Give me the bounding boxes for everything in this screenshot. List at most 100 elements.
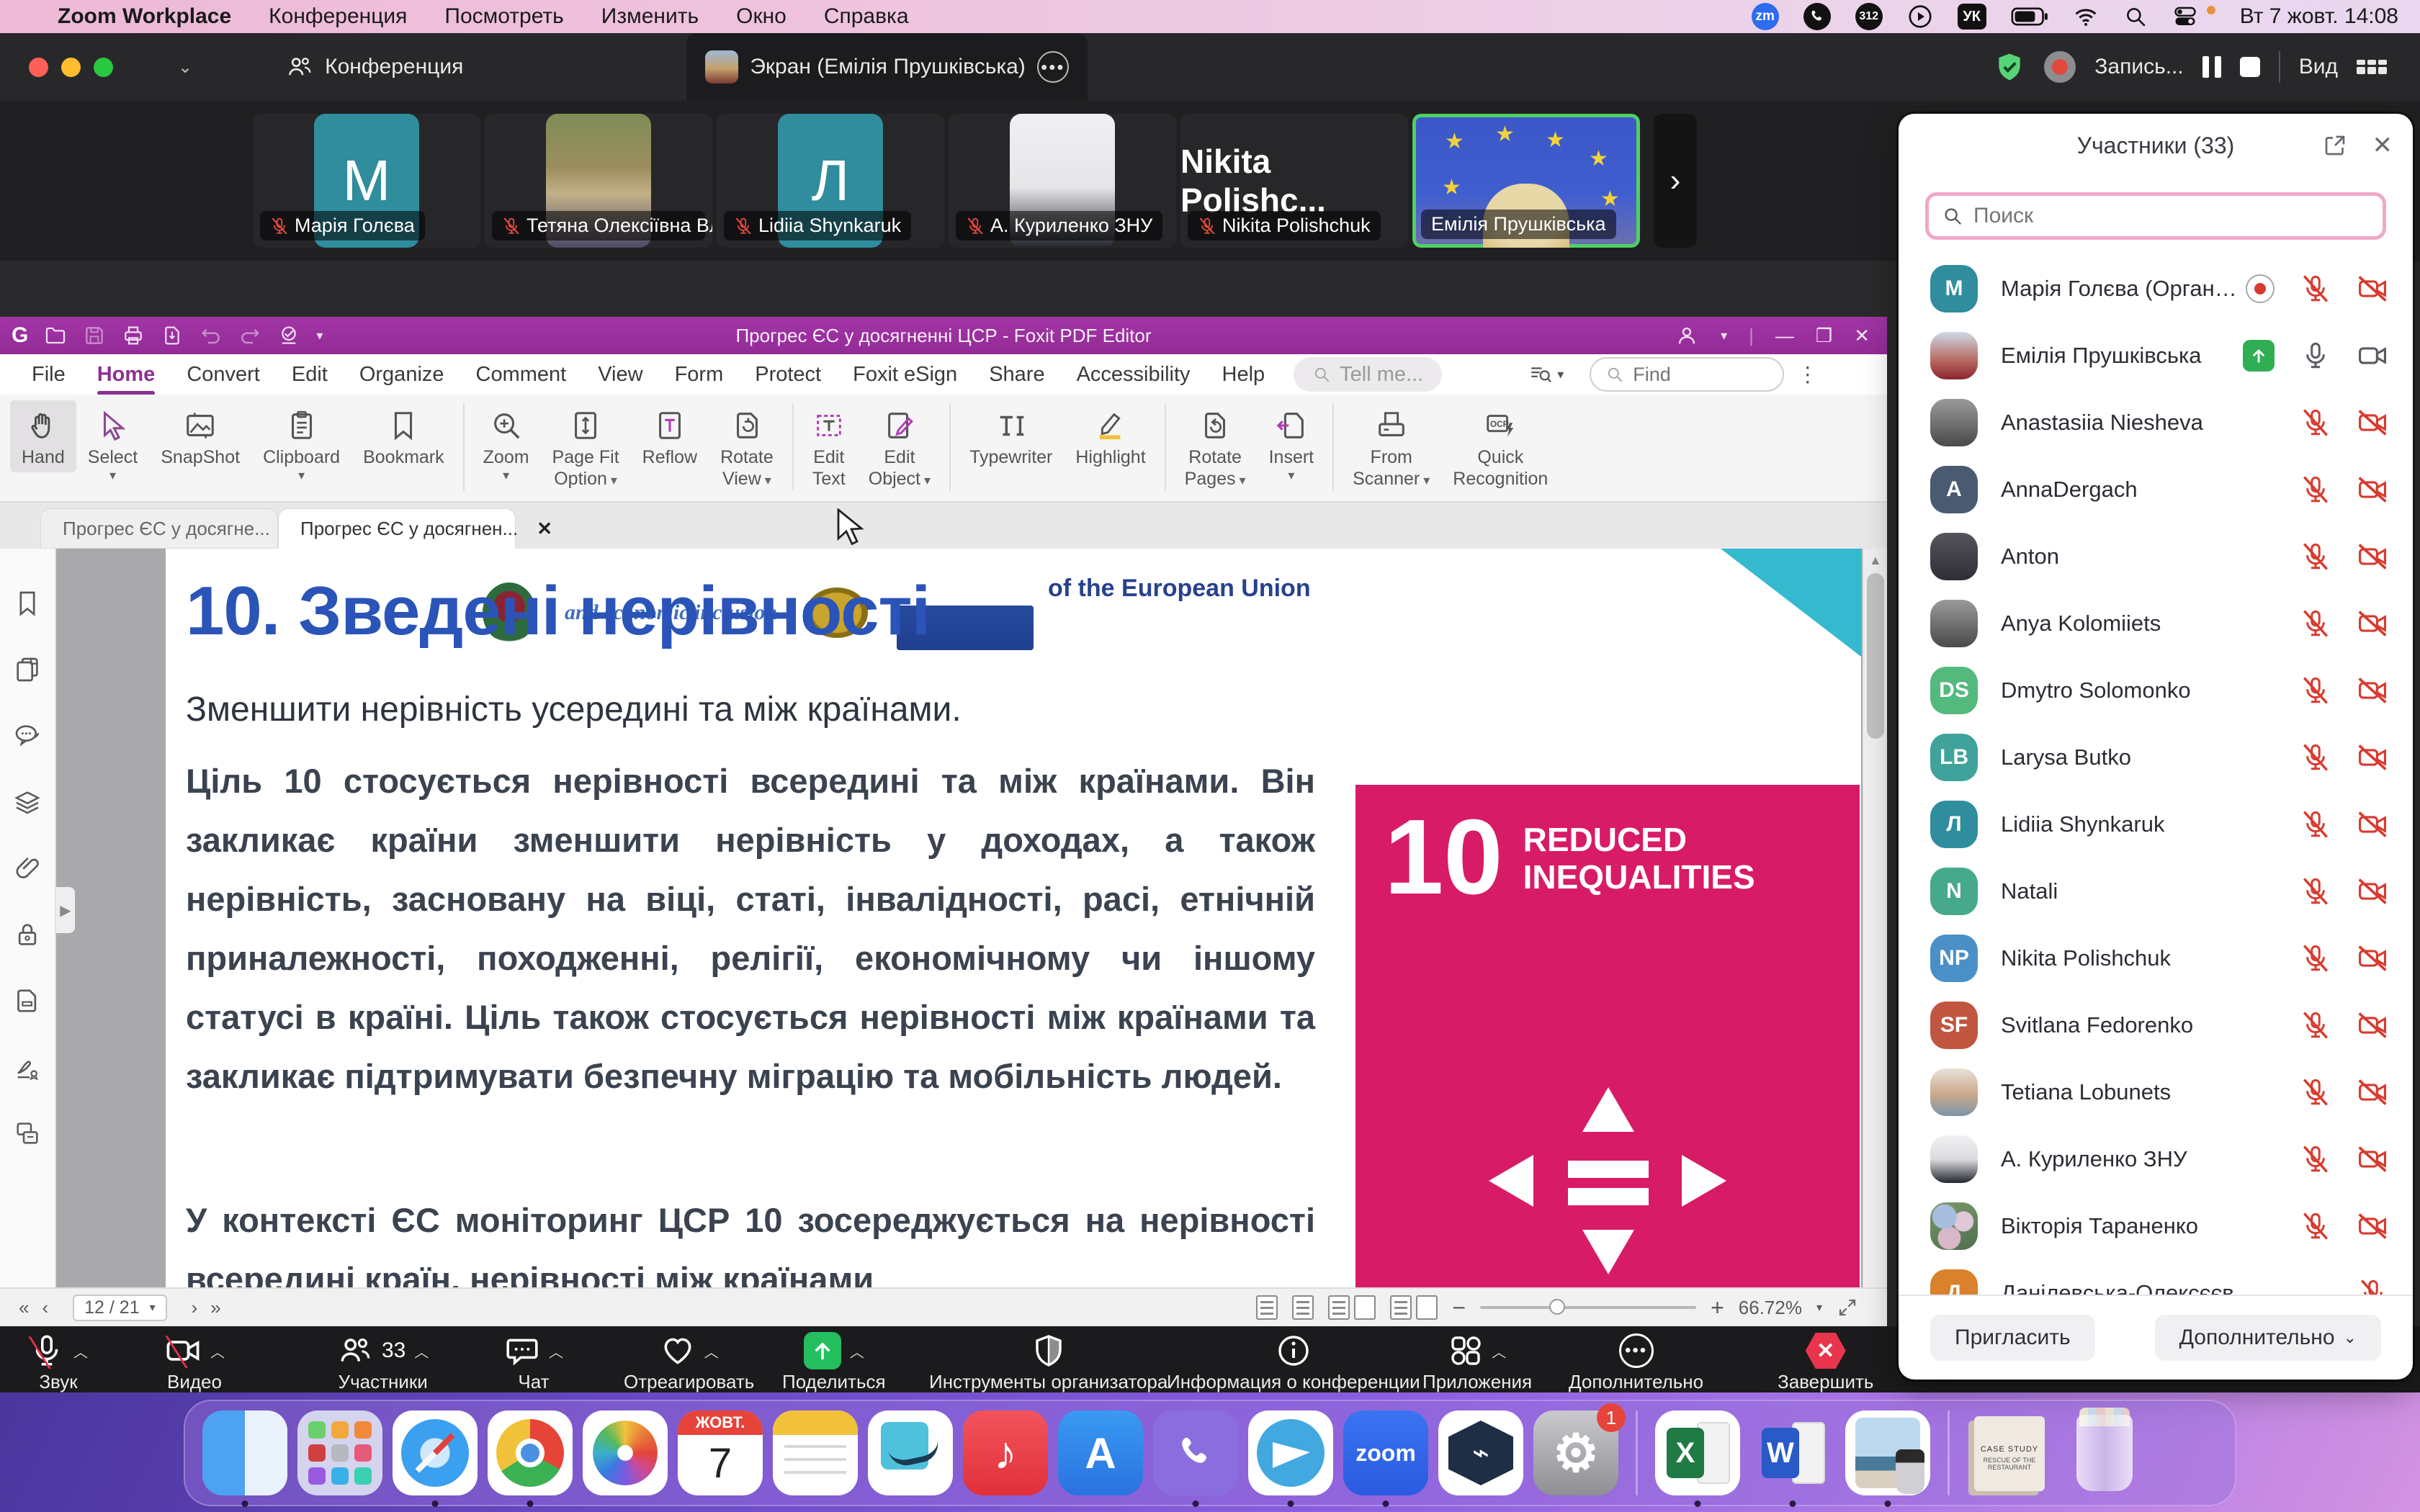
participant-row[interactable]: Anastasiia Niesheva — [1899, 389, 2413, 456]
mic-on-icon[interactable] — [2300, 341, 2331, 371]
chat-caret[interactable]: ︿ — [549, 1341, 563, 1362]
zoom-out-button[interactable]: − — [1452, 1295, 1466, 1321]
participant-row[interactable]: A AnnaDergach — [1899, 456, 2413, 523]
attachments-panel-icon[interactable] — [13, 854, 42, 883]
camera-off-icon[interactable] — [2357, 1143, 2388, 1175]
tab-conference[interactable]: Конференция — [286, 53, 463, 81]
tool-bookmark[interactable]: Bookmark — [351, 400, 456, 472]
foxit-restore-button[interactable]: ❐ — [1816, 325, 1832, 347]
menu-view[interactable]: Посмотреть — [444, 4, 563, 29]
mic-muted-icon[interactable] — [2300, 541, 2331, 572]
apps-caret[interactable]: ︿ — [1492, 1341, 1506, 1362]
foxit-minimize-button[interactable]: — — [1775, 325, 1794, 347]
audio-button[interactable]: ⟍ ︿ Звук — [29, 1332, 88, 1393]
menu-comment[interactable]: Comment — [476, 363, 567, 387]
participant-row[interactable]: А. Куриленко ЗНУ — [1899, 1125, 2413, 1192]
mic-muted-icon[interactable] — [2300, 474, 2331, 505]
account-icon[interactable] — [1675, 323, 1699, 348]
tool-quick-recognition[interactable]: Quick Recognition — [1441, 400, 1559, 494]
tab-shared-screen[interactable]: Экран (Емілія Прушківська) ••• — [686, 33, 1087, 101]
zoom-slider[interactable] — [1480, 1306, 1696, 1309]
popout-panel-icon[interactable] — [2322, 132, 2348, 158]
tool-from-scanner[interactable]: From Scanner ▾ — [1341, 400, 1441, 495]
keyboard-layout-indicator[interactable]: УК — [1958, 4, 1986, 30]
share-caret[interactable]: ︿ — [850, 1341, 864, 1362]
view-grid-icon[interactable] — [2357, 60, 2387, 74]
first-page-button[interactable]: « — [19, 1297, 29, 1319]
tool-rotate-view[interactable]: Rotate View ▾ — [709, 400, 785, 495]
video-button[interactable]: ⟍ ︿ Видео — [164, 1332, 225, 1393]
tool-hand[interactable]: Hand — [10, 400, 76, 472]
single-page-view-icon[interactable] — [1256, 1295, 1278, 1320]
menu-conference[interactable]: Конференция — [269, 4, 407, 29]
camera-off-icon[interactable] — [2357, 809, 2388, 840]
dock-zoom[interactable]: zoom — [1343, 1410, 1428, 1495]
participant-row[interactable]: LB Larysa Butko — [1899, 724, 2413, 791]
zoom-slider-knob[interactable] — [1549, 1299, 1565, 1315]
bookmarks-panel-icon[interactable] — [13, 589, 42, 618]
vertical-scrollbar[interactable]: ▲ — [1863, 549, 1887, 1287]
menu-organize[interactable]: Organize — [359, 363, 444, 387]
camera-off-icon[interactable] — [2357, 942, 2388, 974]
video-tile[interactable]: Nikita Polishc... Nikita Polishchuk — [1180, 114, 1408, 248]
zoom-status-icon[interactable]: zm — [1752, 3, 1779, 30]
camera-off-icon[interactable] — [2357, 541, 2388, 572]
last-page-button[interactable]: » — [210, 1297, 220, 1319]
stop-recording-button[interactable] — [2240, 57, 2260, 77]
mic-muted-icon[interactable] — [2300, 608, 2331, 639]
facing-view-icon[interactable] — [1328, 1295, 1350, 1320]
camera-on-icon[interactable] — [2357, 340, 2388, 372]
tool-clipboard[interactable]: Clipboard▾ — [251, 400, 351, 487]
participants-search-box[interactable] — [1925, 192, 2386, 240]
cross-reference-panel-icon[interactable] — [13, 1119, 42, 1148]
participant-row-partial[interactable]: Д Данілевська-Олексєєва (НУ Запоріж... — [1899, 1259, 2413, 1295]
video-tile[interactable]: Л Lidiia Shynkaruk — [717, 114, 944, 248]
advanced-search-icon[interactable] — [1528, 362, 1553, 387]
continuous-view-icon[interactable] — [1292, 1295, 1314, 1320]
dock-finder[interactable] — [202, 1410, 287, 1495]
participant-row[interactable]: Anya Kolomiiets — [1899, 590, 2413, 657]
customize-toolbar-caret[interactable]: ▾ — [316, 328, 323, 343]
react-button[interactable]: ︿ Отреагировать — [624, 1332, 754, 1393]
mic-muted-icon[interactable] — [2300, 1010, 2331, 1040]
camera-off-icon[interactable] — [2357, 876, 2388, 907]
menu-form[interactable]: Form — [675, 363, 724, 387]
telegram-badge-icon[interactable]: 312 — [1855, 3, 1883, 30]
camera-off-icon[interactable] — [2357, 1076, 2388, 1108]
audio-caret[interactable]: ︿ — [73, 1341, 88, 1362]
signatures-panel-icon[interactable] — [13, 1053, 42, 1081]
mic-muted-icon[interactable] — [2300, 274, 2331, 304]
tool-snapshot[interactable]: SnapShot — [149, 400, 251, 472]
tab-more-button[interactable]: ••• — [1037, 51, 1069, 83]
wifi-icon[interactable] — [2073, 4, 2099, 30]
prev-page-button[interactable]: ‹ — [42, 1297, 48, 1319]
menu-foxit-esign[interactable]: Foxit eSign — [853, 363, 957, 387]
dock-word[interactable]: W — [1750, 1410, 1835, 1495]
security-shield-icon[interactable] — [1994, 51, 2025, 83]
more-menu-icon[interactable]: ⋮ — [1797, 362, 1819, 387]
dock-viber[interactable] — [1153, 1410, 1238, 1495]
undo-icon[interactable] — [200, 324, 223, 347]
menu-accessibility[interactable]: Accessibility — [1077, 363, 1191, 387]
tool-edit-text[interactable]: Edit Text — [801, 400, 857, 494]
close-tab-icon[interactable]: ✕ — [537, 518, 552, 540]
end-meeting-button[interactable]: ✕ Завершить — [1778, 1332, 1873, 1393]
export-icon[interactable] — [161, 324, 184, 347]
search-caret[interactable]: ▾ — [1557, 367, 1564, 382]
dock-share-app[interactable]: ⌁ — [1438, 1410, 1523, 1495]
control-center-icon[interactable] — [2172, 4, 2198, 30]
next-page-button[interactable]: › — [192, 1297, 198, 1319]
mic-muted-icon[interactable] — [2300, 876, 2331, 906]
apps-button[interactable]: ︿ Приложения — [1422, 1332, 1532, 1393]
layers-panel-icon[interactable] — [13, 788, 42, 816]
dock-app-store[interactable]: A — [1058, 1410, 1143, 1495]
zoom-in-button[interactable]: + — [1711, 1295, 1724, 1321]
dock-excel[interactable]: X — [1655, 1410, 1740, 1495]
dock-launchpad[interactable] — [297, 1410, 382, 1495]
dock-calendar[interactable]: ЖОВТ.7 — [678, 1410, 763, 1495]
zoom-caret[interactable]: ▾ — [1816, 1300, 1822, 1315]
close-panel-icon[interactable]: ✕ — [2372, 131, 2393, 160]
participant-row[interactable]: М Марія Голєва (Организатор, я) — [1899, 255, 2413, 322]
close-window-button[interactable] — [29, 58, 48, 77]
react-caret[interactable]: ︿ — [704, 1341, 719, 1362]
